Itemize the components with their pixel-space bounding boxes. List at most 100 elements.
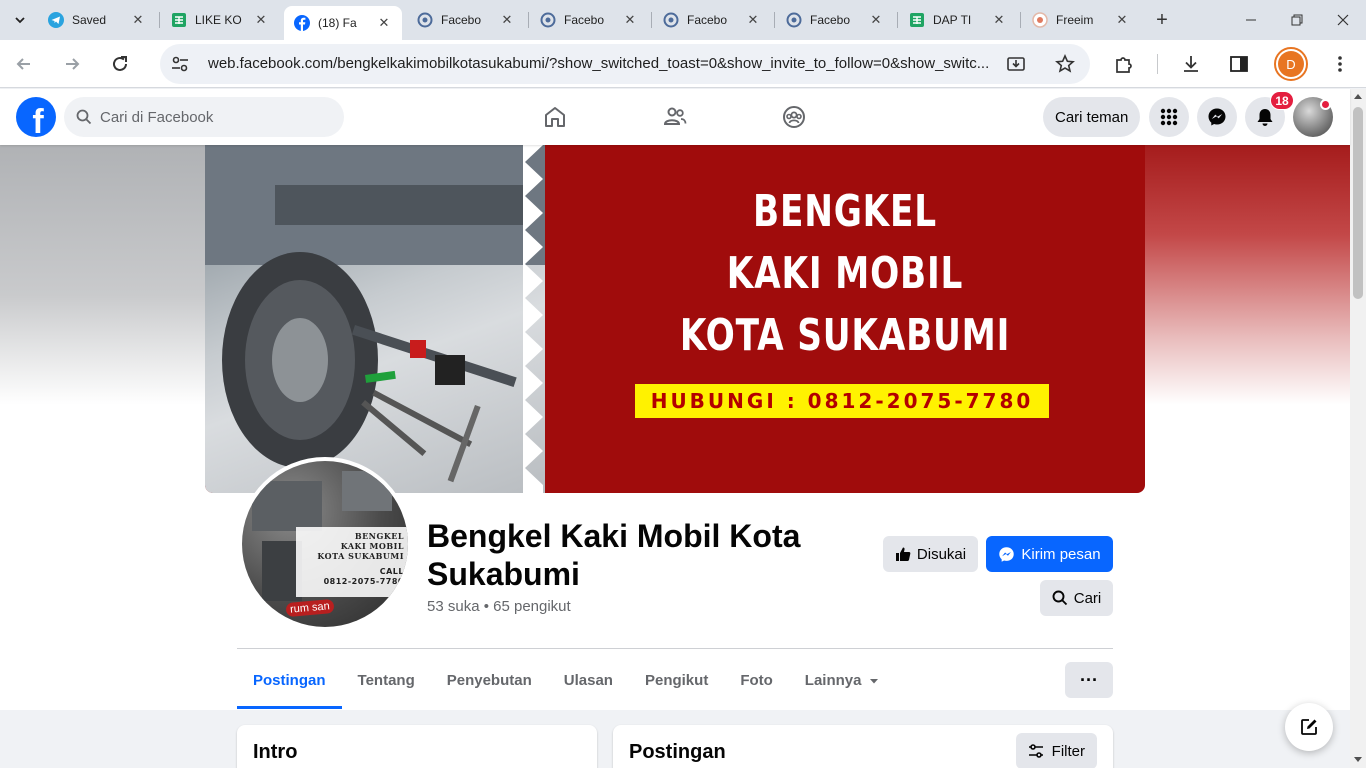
page-stats[interactable]: 53 suka • 65 pengikut xyxy=(427,598,571,615)
tab-title: DAP TI xyxy=(933,13,972,27)
freeimage-icon xyxy=(1032,12,1048,28)
cover-headline: BENGKEL KAKI MOBIL KOTA SUKABUMI xyxy=(611,181,1079,367)
find-friends-button[interactable]: Cari teman xyxy=(1043,97,1141,137)
close-tab-icon[interactable]: ✕ xyxy=(868,12,884,28)
profile-line-2: KAKI MOBIL xyxy=(340,541,404,551)
arrow-left-icon xyxy=(16,58,30,70)
reload-button[interactable] xyxy=(106,50,134,78)
cover-backdrop-blur xyxy=(1144,145,1350,405)
profile-picture[interactable]: BENGKEL KAKI MOBIL KOTA SUKABUMI CALL 08… xyxy=(238,457,412,631)
grid-menu-icon xyxy=(1160,108,1178,126)
nav-groups[interactable] xyxy=(764,97,824,137)
page-scrollbar[interactable] xyxy=(1350,89,1366,768)
site-settings-icon[interactable] xyxy=(170,54,190,74)
arrow-right-icon xyxy=(66,58,80,70)
restore-icon xyxy=(1291,14,1303,26)
close-tab-icon[interactable]: ✕ xyxy=(253,12,269,28)
page-tabs: Postingan Tentang Penyebutan Ulasan Peng… xyxy=(237,652,895,709)
intro-title: Intro xyxy=(253,741,298,763)
filter-button[interactable]: Filter xyxy=(1015,733,1097,768)
address-bar[interactable]: web.facebook.com/bengkelkakimobilkotasuk… xyxy=(160,44,1090,84)
facebook-search[interactable] xyxy=(64,97,344,137)
close-tab-icon[interactable]: ✕ xyxy=(1114,12,1130,28)
scroll-up-arrow-icon[interactable] xyxy=(1354,94,1362,99)
bell-icon xyxy=(1257,109,1273,126)
browser-tab-2[interactable]: LIKE KO ✕ xyxy=(161,6,279,34)
browser-tab-4[interactable]: Facebo ✕ xyxy=(407,6,525,34)
search-input[interactable] xyxy=(100,108,330,126)
nav-friends[interactable] xyxy=(645,97,705,137)
facebook-icon xyxy=(294,15,310,31)
profile-initial: D xyxy=(1278,51,1304,77)
account-alert-dot xyxy=(1320,99,1331,110)
tab-foto[interactable]: Foto xyxy=(724,652,788,709)
tab-search-button[interactable] xyxy=(8,8,32,32)
web-icon xyxy=(786,12,802,28)
search-icon xyxy=(1052,590,1067,606)
side-panel-icon xyxy=(1230,56,1248,72)
close-tab-icon[interactable]: ✕ xyxy=(991,12,1007,28)
google-sheets-icon xyxy=(909,12,925,28)
plus-icon: + xyxy=(1156,8,1168,31)
profile-phone: 0812-2075-7780 xyxy=(323,577,404,586)
friends-icon xyxy=(663,107,687,125)
new-tab-button[interactable]: + xyxy=(1150,8,1174,32)
liked-button-label: Disukai xyxy=(916,545,967,563)
restore-button[interactable] xyxy=(1274,6,1320,34)
tab-separator xyxy=(651,12,652,28)
page-more-button[interactable]: ··· xyxy=(1065,662,1113,698)
page-search-button[interactable]: Cari xyxy=(1040,580,1113,616)
chevron-down-icon xyxy=(15,17,25,24)
tab-penyebutan[interactable]: Penyebutan xyxy=(431,652,548,709)
menu-button[interactable] xyxy=(1149,97,1189,137)
close-tab-icon[interactable]: ✕ xyxy=(745,12,761,28)
tab-separator xyxy=(1020,12,1021,28)
downloads-button[interactable] xyxy=(1177,50,1205,78)
close-tab-icon[interactable]: ✕ xyxy=(376,15,392,31)
messenger-button[interactable] xyxy=(1197,97,1237,137)
nav-home[interactable] xyxy=(525,97,585,137)
tab-postingan[interactable]: Postingan xyxy=(237,652,342,709)
cover-photo[interactable]: BENGKEL KAKI MOBIL KOTA SUKABUMI HUBUNGI… xyxy=(205,145,1145,493)
filter-label: Filter xyxy=(1051,742,1085,760)
install-app-icon[interactable] xyxy=(1006,54,1026,79)
star-icon[interactable] xyxy=(1055,54,1075,79)
tab-ulasan[interactable]: Ulasan xyxy=(548,652,629,709)
browser-tab-7[interactable]: Facebo ✕ xyxy=(776,6,894,34)
scrollbar-thumb[interactable] xyxy=(1353,107,1363,299)
extensions-button[interactable] xyxy=(1110,50,1138,78)
browser-tab-5[interactable]: Facebo ✕ xyxy=(530,6,648,34)
tab-pengikut[interactable]: Pengikut xyxy=(629,652,724,709)
browser-tab-1[interactable]: Saved ✕ xyxy=(38,6,156,34)
profile-picture-image: BENGKEL KAKI MOBIL KOTA SUKABUMI CALL 08… xyxy=(242,461,408,627)
liked-button[interactable]: Disukai xyxy=(883,536,978,572)
reload-icon xyxy=(113,56,127,71)
facebook-logo-icon[interactable]: f xyxy=(16,97,56,137)
cover-zigzag-border xyxy=(523,145,543,493)
url-text[interactable]: web.facebook.com/bengkelkakimobilkotasuk… xyxy=(208,55,998,72)
tab-lainnya[interactable]: Lainnya xyxy=(789,652,896,709)
close-tab-icon[interactable]: ✕ xyxy=(622,12,638,28)
back-button[interactable] xyxy=(10,50,38,78)
browser-tab-6[interactable]: Facebo ✕ xyxy=(653,6,771,34)
browser-tab-8[interactable]: DAP TI ✕ xyxy=(899,6,1017,34)
scroll-down-arrow-icon[interactable] xyxy=(1354,757,1362,762)
forward-button[interactable] xyxy=(58,50,86,78)
browser-tab-3-active[interactable]: (18) Fa ✕ xyxy=(284,6,402,40)
tab-tentang[interactable]: Tentang xyxy=(342,652,431,709)
browser-tab-9[interactable]: Freeim ✕ xyxy=(1022,6,1140,34)
tab-title: Facebo xyxy=(687,13,728,27)
browser-menu-button[interactable] xyxy=(1326,50,1354,78)
browser-profile-button[interactable]: D xyxy=(1274,47,1308,81)
close-window-button[interactable] xyxy=(1320,6,1366,34)
cover-line-3: KOTA SUKABUMI xyxy=(679,310,1011,361)
minimize-button[interactable] xyxy=(1228,6,1274,34)
close-tab-icon[interactable]: ✕ xyxy=(499,12,515,28)
close-tab-icon[interactable]: ✕ xyxy=(130,12,146,28)
send-message-button[interactable]: Kirim pesan xyxy=(986,536,1113,572)
compose-icon xyxy=(1301,719,1317,735)
side-panel-button[interactable] xyxy=(1225,50,1253,78)
new-message-button[interactable] xyxy=(1285,703,1333,751)
tab-separator xyxy=(159,12,160,28)
tab-title: (18) Fa xyxy=(318,16,357,30)
